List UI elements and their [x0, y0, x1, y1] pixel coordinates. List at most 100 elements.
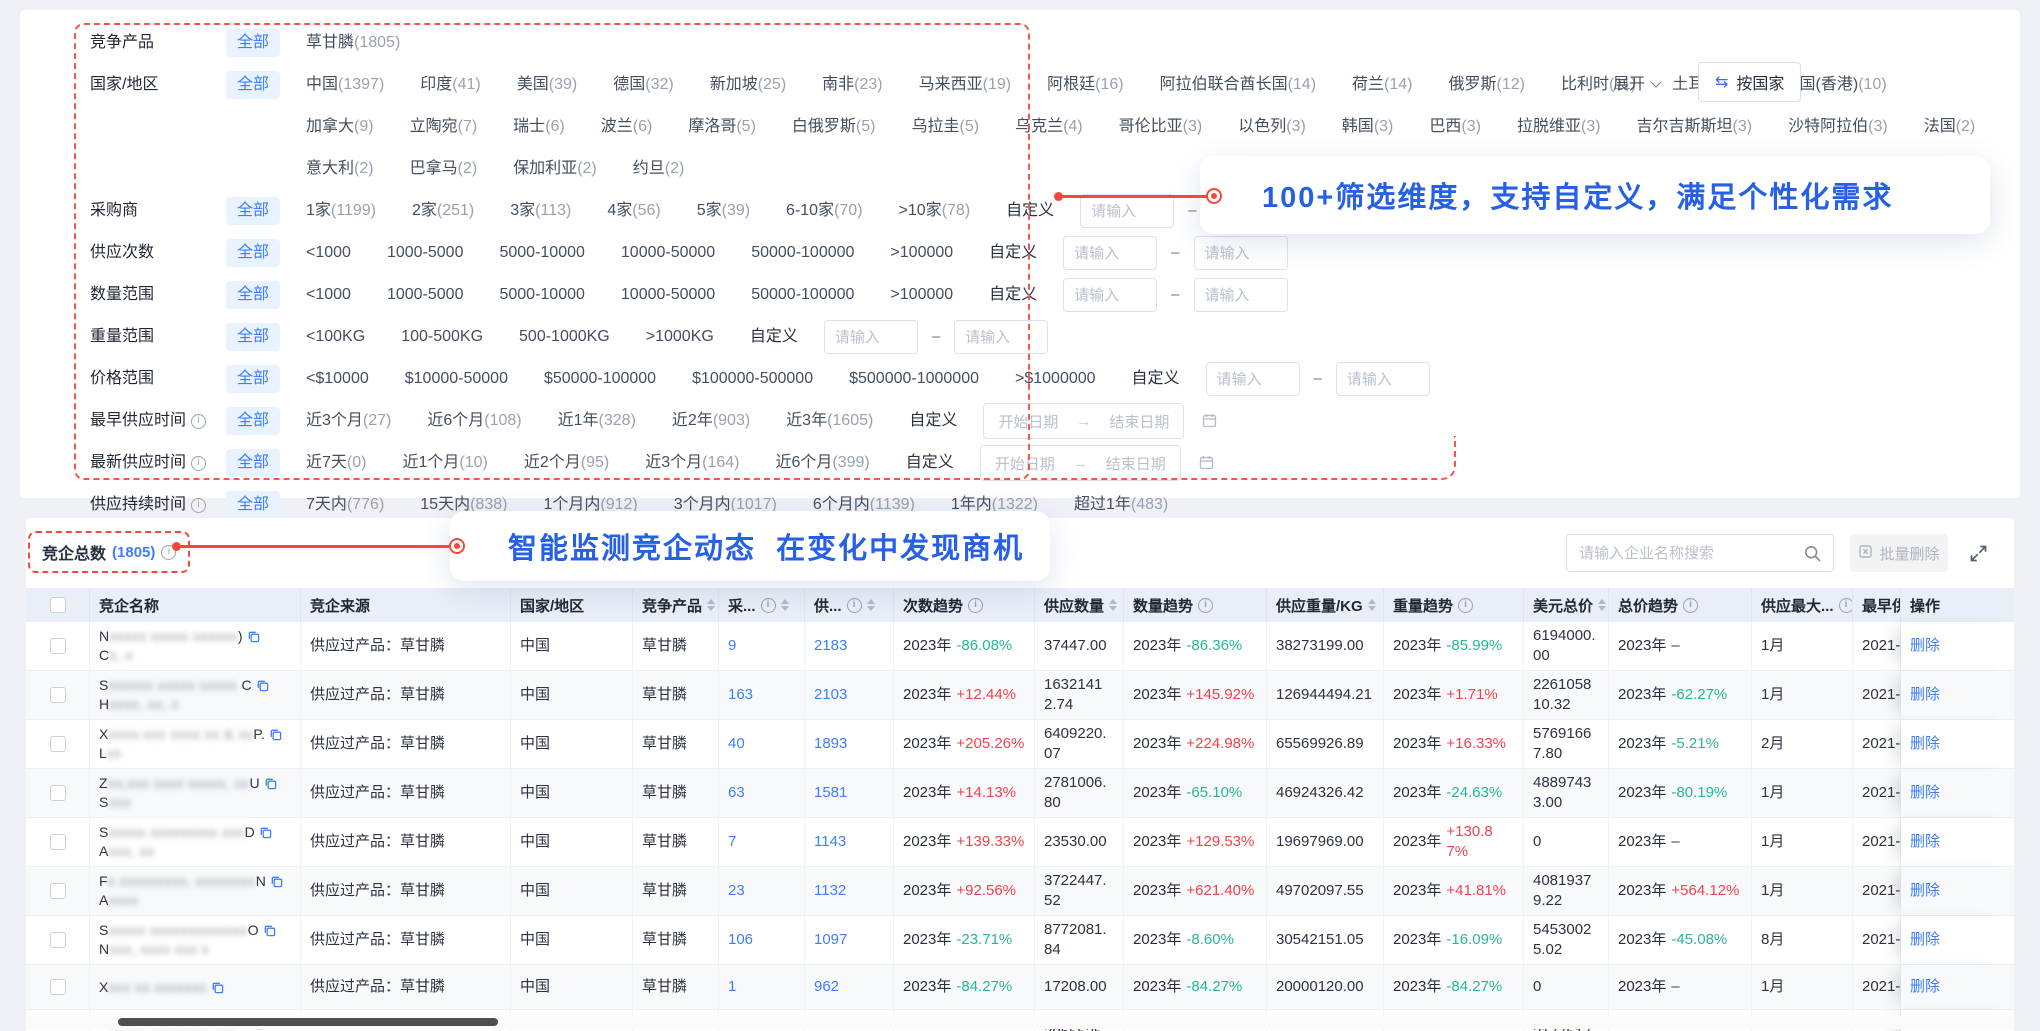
search-icon[interactable]	[1804, 545, 1821, 562]
filter-option[interactable]: 印度(41)	[420, 64, 480, 106]
filter-option[interactable]: 摩洛哥(5)	[688, 106, 756, 148]
filter-option[interactable]: 2家(251)	[412, 190, 474, 232]
filter-option[interactable]: 巴西(3)	[1429, 106, 1481, 148]
filter-option-all[interactable]: 全部	[226, 29, 280, 57]
filter-option[interactable]: 吉尔吉斯斯坦(3)	[1637, 106, 1753, 148]
filter-option[interactable]: 拉脱维亚(3)	[1517, 106, 1601, 148]
delete-link[interactable]: 删除	[1910, 930, 1940, 950]
range-input-max[interactable]	[1336, 362, 1430, 396]
filter-option[interactable]: 新加坡(25)	[710, 64, 786, 106]
sort-icon[interactable]	[707, 599, 715, 611]
filter-option[interactable]: 阿拉伯联合酋长国(14)	[1160, 64, 1316, 106]
filter-option[interactable]: 荷兰(14)	[1352, 64, 1412, 106]
buyers-count-cell[interactable]: 7	[719, 818, 805, 866]
filter-option[interactable]: 近3年(1605)	[786, 400, 873, 442]
custom-label[interactable]: 自定义	[1006, 190, 1054, 232]
filter-option[interactable]: 以色列(3)	[1238, 106, 1306, 148]
filter-option[interactable]: 沙特阿拉伯(3)	[1788, 106, 1888, 148]
delete-link[interactable]: 删除	[1910, 783, 1940, 803]
filter-option[interactable]: 6-10家(70)	[786, 190, 862, 232]
filter-option[interactable]: 近6个月(108)	[427, 400, 521, 442]
supply-count-cell[interactable]: 1097	[805, 916, 894, 964]
search-input[interactable]	[1567, 545, 1804, 562]
fullscreen-icon[interactable]	[1969, 544, 1988, 563]
filter-option[interactable]: $500000-1000000	[849, 358, 979, 400]
delete-link[interactable]: 删除	[1910, 685, 1940, 705]
copy-icon[interactable]	[211, 981, 224, 994]
filter-option[interactable]: 500-1000KG	[519, 316, 610, 358]
filter-option[interactable]: 近6个月(399)	[775, 442, 869, 484]
sort-icon[interactable]	[781, 599, 789, 611]
sort-icon[interactable]	[1598, 599, 1606, 611]
filter-option[interactable]: 瑞士(6)	[513, 106, 565, 148]
filter-option[interactable]: 50000-100000	[751, 232, 854, 274]
select-all-checkbox[interactable]	[50, 597, 66, 613]
custom-label[interactable]: 自定义	[906, 442, 954, 484]
custom-label[interactable]: 自定义	[909, 400, 957, 442]
range-input-min[interactable]	[1206, 362, 1300, 396]
buyers-count-cell[interactable]: 1	[719, 965, 805, 1009]
filter-option[interactable]: 1000-5000	[387, 232, 464, 274]
supply-count-cell[interactable]: 2183	[805, 622, 894, 670]
filter-option[interactable]: >10家(78)	[899, 190, 971, 232]
filter-option[interactable]: 巴拿马(2)	[410, 148, 478, 190]
range-input-min[interactable]	[1063, 278, 1157, 312]
buyers-count-cell[interactable]: 163	[719, 671, 805, 719]
custom-label[interactable]: 自定义	[1132, 358, 1180, 400]
filter-option[interactable]: 近2年(903)	[672, 400, 750, 442]
copy-icon[interactable]	[256, 679, 269, 692]
row-checkbox[interactable]	[50, 736, 66, 752]
filter-option-all[interactable]: 全部	[226, 71, 280, 99]
row-checkbox[interactable]	[50, 932, 66, 948]
range-input-max[interactable]	[1194, 236, 1288, 270]
filter-option[interactable]: 近3个月(164)	[645, 442, 739, 484]
filter-option[interactable]: <1000	[306, 274, 351, 316]
filter-option[interactable]: 马来西亚(19)	[919, 64, 1011, 106]
filter-option-all[interactable]: 全部	[226, 281, 280, 309]
range-input-min[interactable]	[1080, 194, 1174, 228]
delete-link[interactable]: 删除	[1910, 832, 1940, 852]
filter-option[interactable]: 3家(113)	[510, 190, 571, 232]
filter-option-all[interactable]: 全部	[226, 365, 280, 393]
filter-option[interactable]: 50000-100000	[751, 274, 854, 316]
filter-option-all[interactable]: 全部	[226, 197, 280, 225]
buyers-count-cell[interactable]: 40	[719, 720, 805, 768]
filter-option[interactable]: >100000	[890, 232, 953, 274]
supply-count-cell[interactable]: 962	[805, 965, 894, 1009]
expand-control[interactable]: 展开	[1613, 70, 1660, 94]
delete-link[interactable]: 删除	[1910, 734, 1940, 754]
row-checkbox[interactable]	[50, 785, 66, 801]
filter-option[interactable]: 哥伦比亚(3)	[1119, 106, 1203, 148]
range-input-max[interactable]	[1194, 278, 1288, 312]
row-checkbox[interactable]	[50, 883, 66, 899]
filter-option[interactable]: 1000-5000	[387, 274, 464, 316]
filter-option[interactable]: $100000-500000	[692, 358, 813, 400]
range-input-max[interactable]	[954, 320, 1048, 354]
copy-icon[interactable]	[247, 630, 260, 643]
supply-count-cell[interactable]: 2103	[805, 671, 894, 719]
filter-option[interactable]: 乌克兰(4)	[1015, 106, 1083, 148]
filter-option[interactable]: 5家(39)	[697, 190, 750, 232]
filter-option[interactable]: >100000	[890, 274, 953, 316]
filter-option[interactable]: >$1000000	[1015, 358, 1096, 400]
copy-icon[interactable]	[269, 728, 282, 741]
buyers-count-cell[interactable]: 106	[719, 916, 805, 964]
filter-option-all[interactable]: 全部	[226, 491, 280, 519]
filter-option[interactable]: 波兰(6)	[601, 106, 653, 148]
filter-option[interactable]: 法国(2)	[1924, 106, 1976, 148]
filter-option-all[interactable]: 全部	[226, 239, 280, 267]
buyers-count-cell[interactable]: 23	[719, 867, 805, 915]
horizontal-scrollbar[interactable]	[26, 1016, 2014, 1029]
filter-option[interactable]: 近7天(0)	[306, 442, 366, 484]
row-checkbox[interactable]	[50, 834, 66, 850]
sort-icon[interactable]	[1368, 599, 1376, 611]
filter-option[interactable]: 白俄罗斯(5)	[792, 106, 876, 148]
supply-count-cell[interactable]: 1893	[805, 720, 894, 768]
filter-option[interactable]: 阿根廷(16)	[1047, 64, 1123, 106]
filter-option[interactable]: 近2个月(95)	[524, 442, 609, 484]
supply-count-cell[interactable]: 1581	[805, 769, 894, 817]
copy-icon[interactable]	[270, 875, 283, 888]
filter-option[interactable]: 近3个月(27)	[306, 400, 391, 442]
filter-option[interactable]: 约旦(2)	[633, 148, 685, 190]
filter-option[interactable]: 近1个月(10)	[402, 442, 487, 484]
